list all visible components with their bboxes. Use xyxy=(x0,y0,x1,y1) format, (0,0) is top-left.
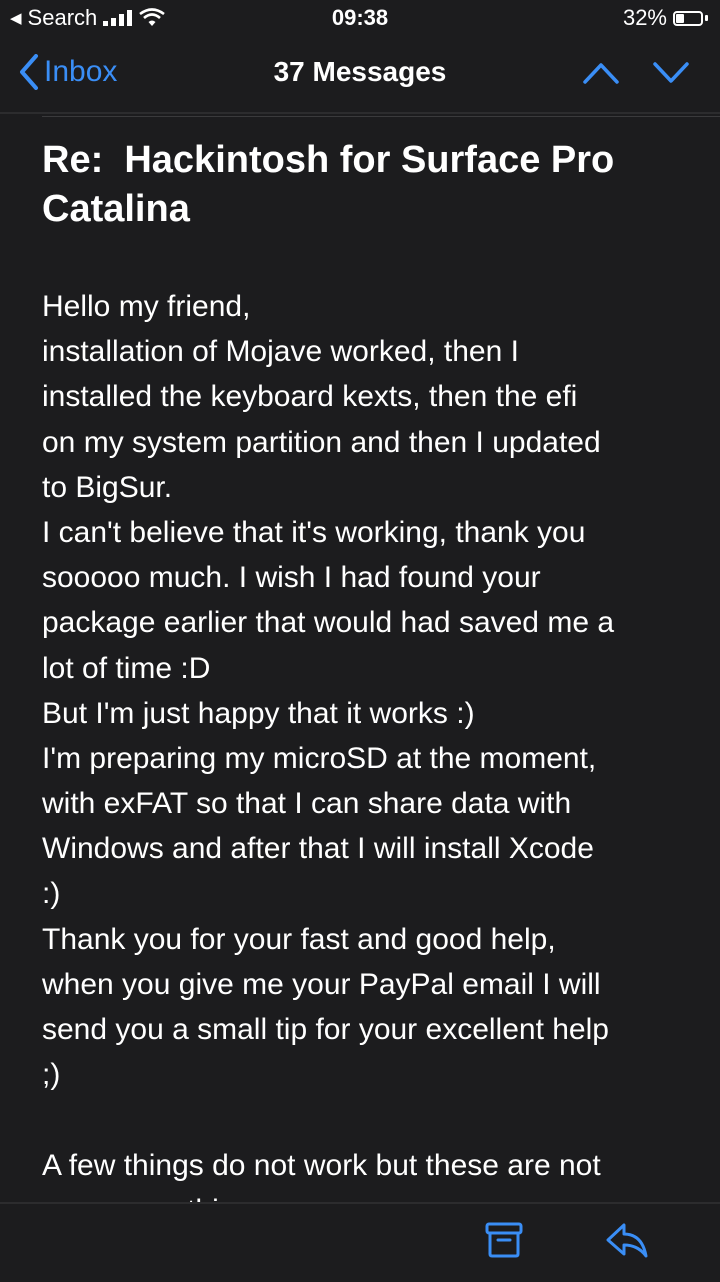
email-body-line: necessary things xyxy=(42,1188,692,1202)
status-bar: ◀ Search 09:38 32% xyxy=(0,0,720,36)
email-body-line: :) xyxy=(42,877,61,911)
reply-arrow-icon[interactable] xyxy=(604,1220,650,1262)
email-body-line: Thank you for your fast and good help, xyxy=(42,922,556,956)
email-content[interactable]: Re: Hackintosh for Surface Pro Catalina … xyxy=(0,114,720,1202)
battery-icon xyxy=(673,10,703,26)
battery-tip xyxy=(705,15,708,21)
navigation-bar: Inbox 37 Messages xyxy=(0,36,720,114)
email-body-line: installation of Mojave worked, then I xyxy=(42,335,519,369)
email-body-line: send you a small tip for your excellent … xyxy=(42,1013,609,1046)
email-body-line: But I'm just happy that it works :) xyxy=(42,696,475,730)
email-body-line: I can't believe that it's working, thank… xyxy=(42,515,586,549)
email-body-line: to BigSur. xyxy=(42,470,173,504)
status-right: 32% xyxy=(623,5,708,31)
email-body-line: sooooo much. I wish I had found your xyxy=(42,561,541,595)
email-subject: Re: Hackintosh for Surface Pro Catalina xyxy=(42,139,615,230)
email-body: Hello my friend, installation of Mojave w… xyxy=(42,284,692,1202)
email-body-line: ;) xyxy=(42,1058,61,1092)
archive-box-icon[interactable] xyxy=(484,1220,524,1260)
email-body-line: Windows and after that I will install Xc… xyxy=(42,832,594,866)
header-divider xyxy=(42,116,720,117)
email-body-line: I'm preparing my microSD at the moment, xyxy=(42,741,597,775)
chevron-down-icon[interactable] xyxy=(652,54,690,90)
chevron-up-icon[interactable] xyxy=(582,54,620,90)
message-navigation xyxy=(582,54,690,90)
email-body-line: on my system partition and then I update… xyxy=(42,425,601,459)
battery-percent: 32% xyxy=(622,5,667,30)
email-body-line: installed the keyboard kexts, then the e… xyxy=(42,380,578,414)
email-body-line: A few things do not work but these are n… xyxy=(42,1148,601,1182)
bottom-toolbar xyxy=(0,1202,720,1282)
status-time: 09:38 xyxy=(331,5,389,30)
email-body-line: package earlier that would had saved me … xyxy=(42,606,615,640)
email-body-line xyxy=(42,1097,692,1142)
email-body-line: lot of time :D xyxy=(42,651,211,685)
email-body-line: Hello my friend, xyxy=(42,290,251,323)
email-body-line: when you give me your PayPal email I wil… xyxy=(42,967,601,1001)
email-body-line: with exFAT so that I can share data with xyxy=(42,787,572,821)
